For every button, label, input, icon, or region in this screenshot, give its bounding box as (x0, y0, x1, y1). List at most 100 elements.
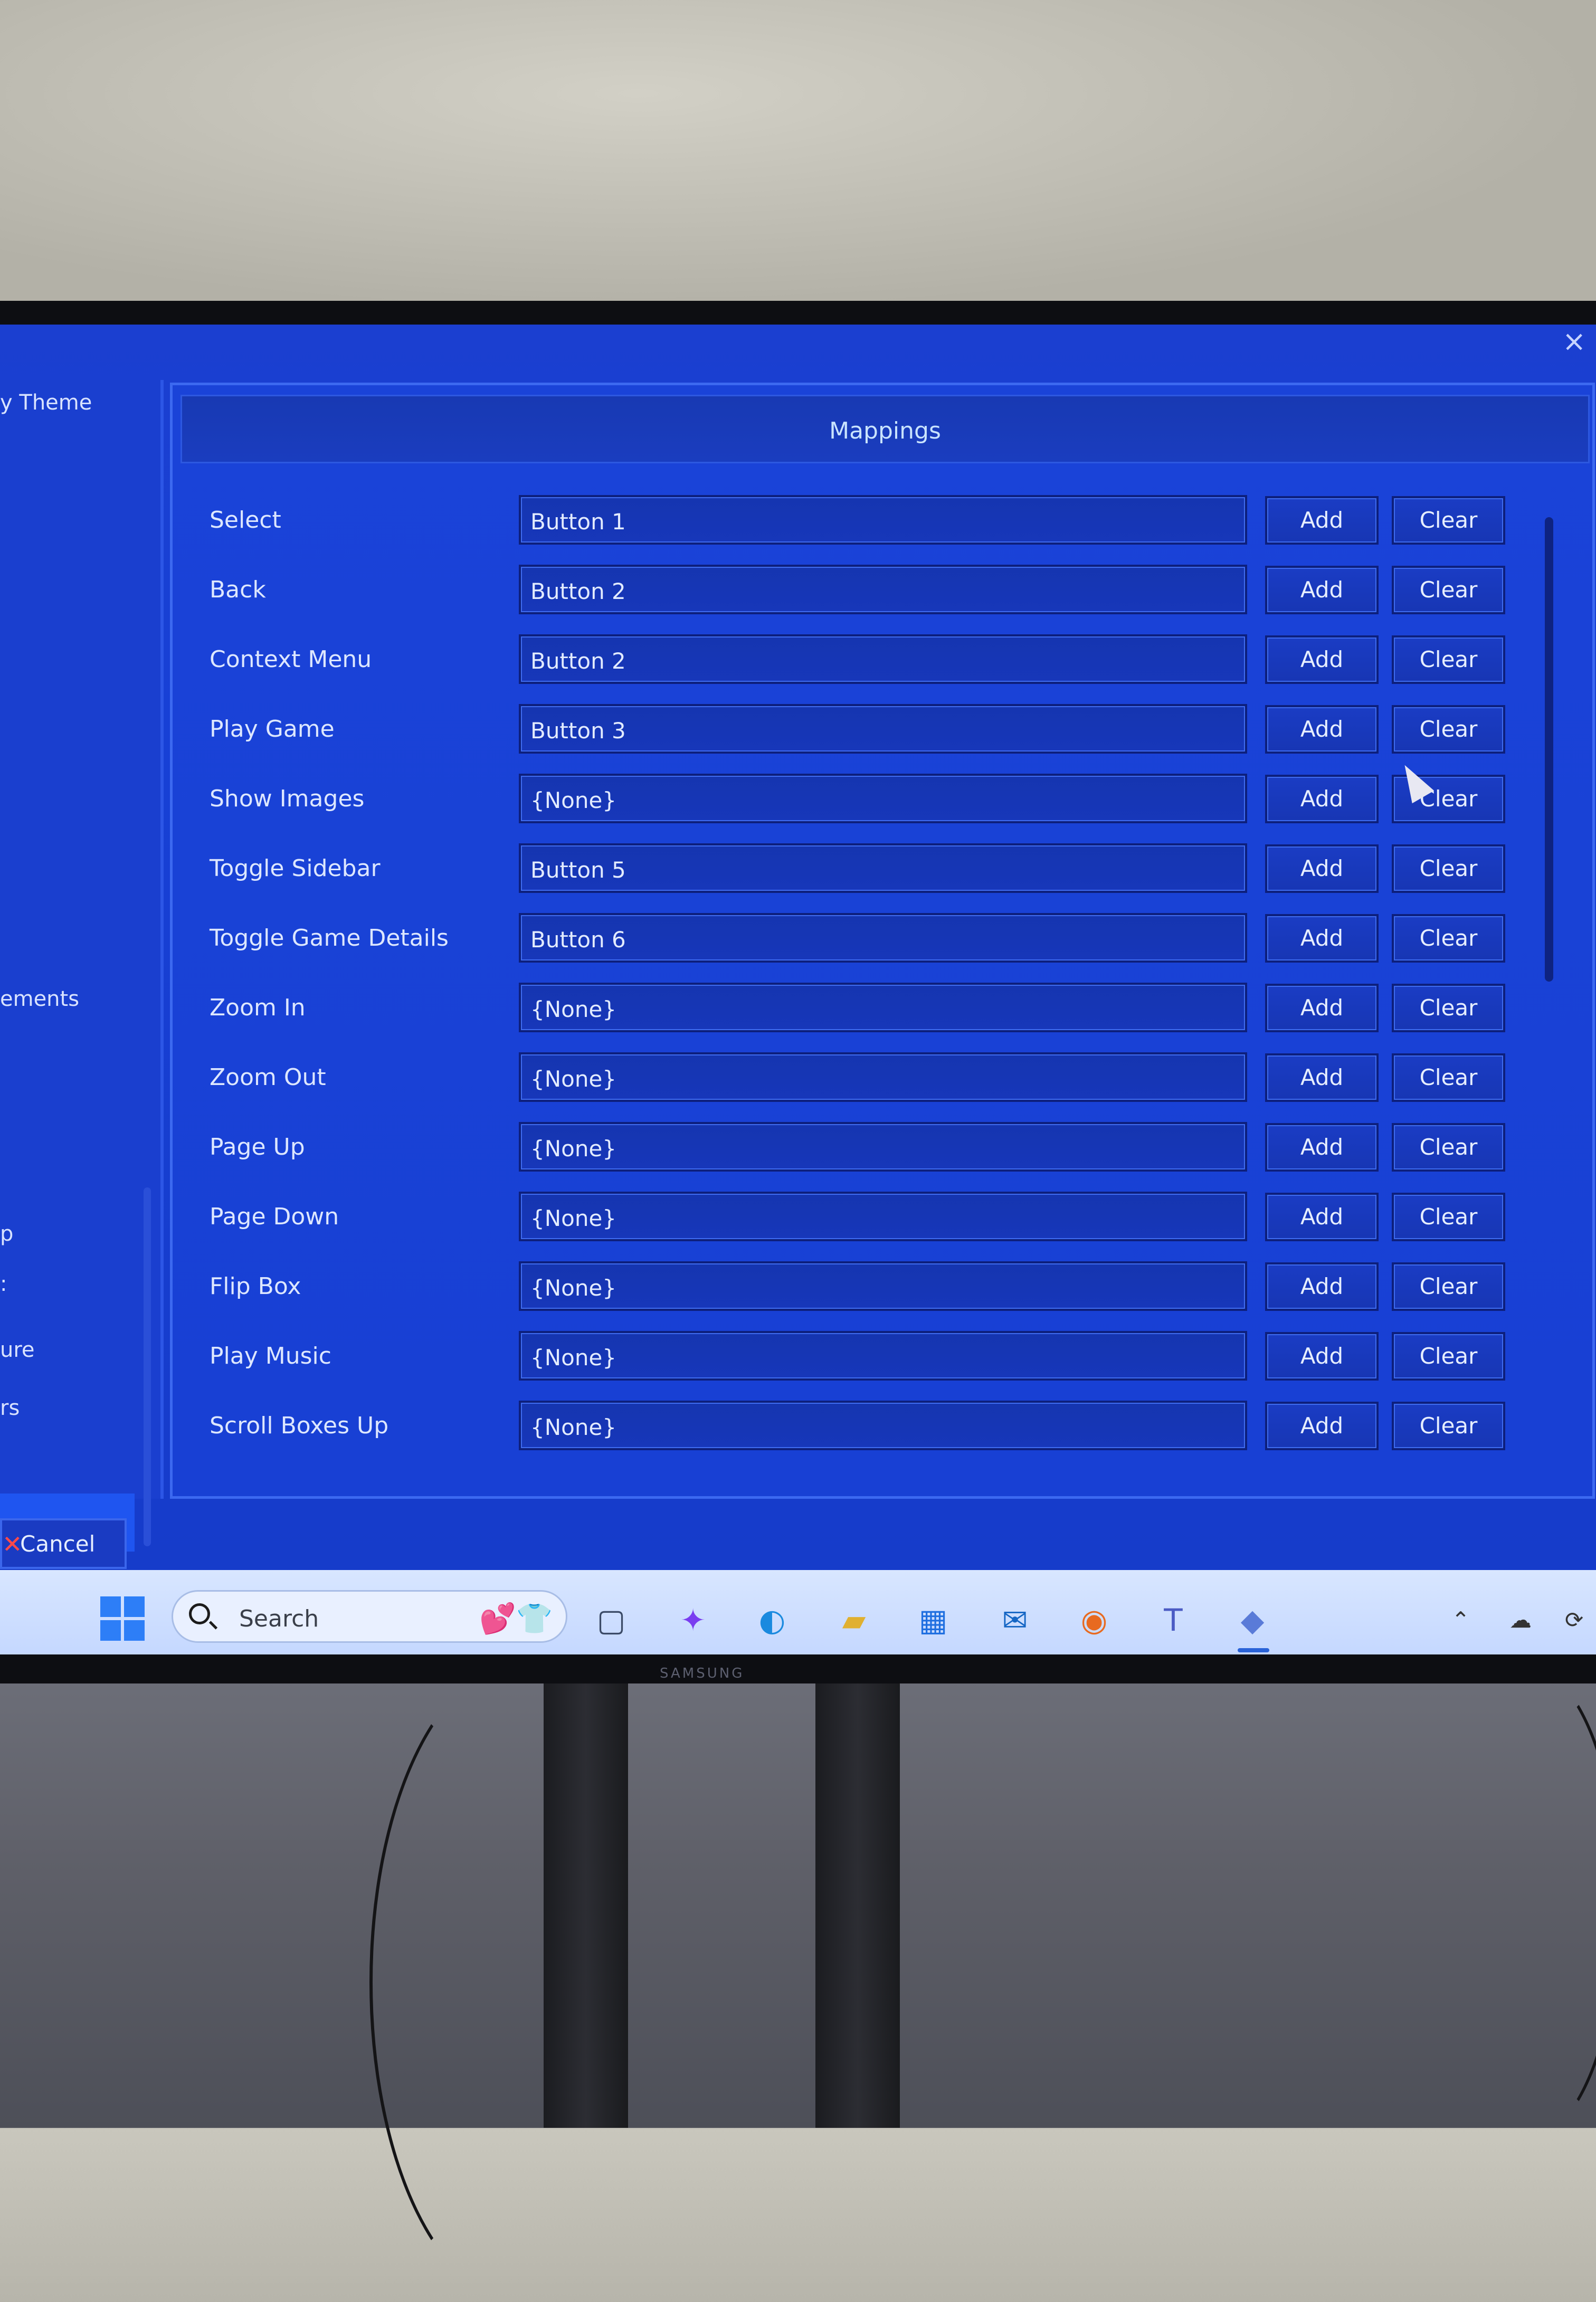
onedrive-icon[interactable]: ☁ (1509, 1607, 1532, 1633)
cancel-x-icon: ✕ (2, 1530, 23, 1558)
mapping-value: Button 1 (530, 509, 626, 535)
mapping-value: Button 5 (530, 857, 626, 883)
mapping-row: Toggle Game Details Button 6 Add Clear (173, 913, 1596, 964)
add-button[interactable]: Add (1265, 844, 1379, 893)
add-button[interactable]: Add (1265, 775, 1379, 823)
clear-button[interactable]: Clear (1392, 1262, 1505, 1311)
sidebar-item[interactable]: ure (0, 1338, 35, 1362)
sidebar-item[interactable]: y Theme (0, 391, 92, 415)
mapping-value: {None} (530, 1066, 617, 1092)
mappings-panel: Mappings Select Button 1 Add Clear Back Butto… (170, 383, 1595, 1499)
add-button[interactable]: Add (1265, 1262, 1379, 1311)
mapping-value-field[interactable]: {None} (519, 1331, 1247, 1381)
sidebar-item[interactable]: : (0, 1272, 7, 1296)
sidebar-item[interactable]: rs (0, 1396, 20, 1420)
mapping-value-field[interactable]: {None} (519, 1401, 1247, 1450)
mapping-row: Page Down {None} Add Clear (173, 1192, 1596, 1242)
mapping-action-label: Page Down (210, 1203, 339, 1230)
add-button[interactable]: Add (1265, 635, 1379, 684)
mapping-action-label: Select (210, 507, 281, 534)
mapping-value: Button 6 (530, 927, 626, 953)
clear-button[interactable]: Clear (1392, 1053, 1505, 1102)
mapping-value-field[interactable]: Button 2 (519, 634, 1247, 684)
mapping-action-label: Context Menu (210, 646, 372, 673)
sidebar-item[interactable]: ements (0, 987, 79, 1011)
mapping-value: Button 2 (530, 578, 626, 604)
mapping-value-field[interactable]: Button 6 (519, 913, 1247, 963)
background-wall (0, 0, 1596, 311)
mapping-value-field[interactable]: Button 3 (519, 704, 1247, 754)
edge-icon[interactable]: ◐ (749, 1597, 795, 1643)
clear-button[interactable]: Clear (1392, 1332, 1505, 1381)
mapping-value: {None} (530, 1205, 617, 1231)
mapping-value-field[interactable]: {None} (519, 1122, 1247, 1172)
task-view-icon[interactable]: ▢ (588, 1597, 634, 1643)
clear-button[interactable]: Clear (1392, 566, 1505, 614)
app-icon[interactable]: ◆ (1230, 1597, 1275, 1643)
mapping-action-label: Show Images (210, 785, 365, 812)
firefox-icon[interactable]: ◉ (1071, 1597, 1117, 1643)
clear-button[interactable]: Clear (1392, 1193, 1505, 1241)
add-button[interactable]: Add (1265, 566, 1379, 614)
add-button[interactable]: Add (1265, 914, 1379, 963)
search-icon (189, 1603, 210, 1624)
mapping-row: Select Button 1 Add Clear (173, 495, 1596, 546)
add-button[interactable]: Add (1265, 984, 1379, 1032)
add-button[interactable]: Add (1265, 1332, 1379, 1381)
add-button[interactable]: Add (1265, 1123, 1379, 1172)
mapping-value-field[interactable]: {None} (519, 774, 1247, 823)
mapping-row: Toggle Sidebar Button 5 Add Clear (173, 843, 1596, 894)
close-icon[interactable]: × (1562, 325, 1586, 358)
mapping-row: Zoom In {None} Add Clear (173, 983, 1596, 1033)
mapping-action-label: Scroll Boxes Up (210, 1412, 389, 1439)
windows-start-icon[interactable] (100, 1596, 145, 1641)
monitor-stand-right (815, 1678, 900, 2128)
file-explorer-icon[interactable]: ▰ (831, 1597, 877, 1643)
mapping-value-field[interactable]: Button 2 (519, 565, 1247, 614)
mapping-value-field[interactable]: {None} (519, 983, 1247, 1032)
cancel-label: Cancel (20, 1531, 96, 1557)
sidebar-scrollbar[interactable] (144, 1187, 151, 1546)
add-button[interactable]: Add (1265, 1053, 1379, 1102)
cancel-button[interactable]: ✕ Cancel (0, 1518, 127, 1569)
search-box[interactable]: Search 💕👕 (172, 1590, 567, 1643)
add-button[interactable]: Add (1265, 705, 1379, 754)
clear-button[interactable]: Clear (1392, 635, 1505, 684)
page-title: Mappings (829, 417, 941, 444)
mapping-row: Page Up {None} Add Clear (173, 1122, 1596, 1173)
clear-button[interactable]: Clear (1392, 705, 1505, 754)
add-button[interactable]: Add (1265, 1402, 1379, 1450)
mapping-action-label: Zoom Out (210, 1064, 326, 1091)
chevron-up-icon[interactable]: ⌃ (1451, 1607, 1470, 1633)
mapping-value: {None} (530, 1136, 617, 1162)
add-button[interactable]: Add (1265, 1193, 1379, 1241)
clear-button[interactable]: Clear (1392, 496, 1505, 545)
mapping-row: Show Images {None} Add Clear (173, 774, 1596, 824)
teams-icon[interactable]: T (1151, 1597, 1196, 1643)
mapping-value-field[interactable]: {None} (519, 1192, 1247, 1241)
sync-icon[interactable]: ⟳ (1565, 1607, 1583, 1633)
search-highlight-icon: 💕👕 (479, 1602, 553, 1636)
sidebar-item[interactable]: p (0, 1222, 13, 1246)
add-button[interactable]: Add (1265, 496, 1379, 545)
mapping-value-field[interactable]: Button 5 (519, 843, 1247, 893)
clear-button[interactable]: Clear (1392, 1402, 1505, 1450)
clear-button[interactable]: Clear (1392, 1123, 1505, 1172)
mapping-value: Button 3 (530, 718, 626, 744)
mapping-value-field[interactable]: {None} (519, 1261, 1247, 1311)
clear-button[interactable]: Clear (1392, 914, 1505, 963)
clear-button[interactable]: Clear (1392, 984, 1505, 1032)
taskbar: Search 💕👕 ▢ ✦ ◐ ▰ ▦ ✉ ◉ T ◆ ⌃ ☁ ⟳ (0, 1570, 1596, 1654)
search-placeholder: Search (239, 1605, 319, 1632)
mapping-value: Button 2 (530, 648, 626, 674)
cable-left (369, 1662, 671, 2302)
copilot-icon[interactable]: ✦ (670, 1597, 716, 1643)
store-icon[interactable]: ▦ (910, 1597, 956, 1643)
outlook-icon[interactable]: ✉ (992, 1597, 1038, 1643)
active-app-indicator (1238, 1648, 1269, 1652)
monitor-brand: SAMSUNG (660, 1666, 745, 1681)
mapping-value-field[interactable]: Button 1 (519, 495, 1247, 545)
clear-button[interactable]: Clear (1392, 844, 1505, 893)
mapping-value-field[interactable]: {None} (519, 1052, 1247, 1102)
mapping-action-label: Flip Box (210, 1273, 301, 1300)
